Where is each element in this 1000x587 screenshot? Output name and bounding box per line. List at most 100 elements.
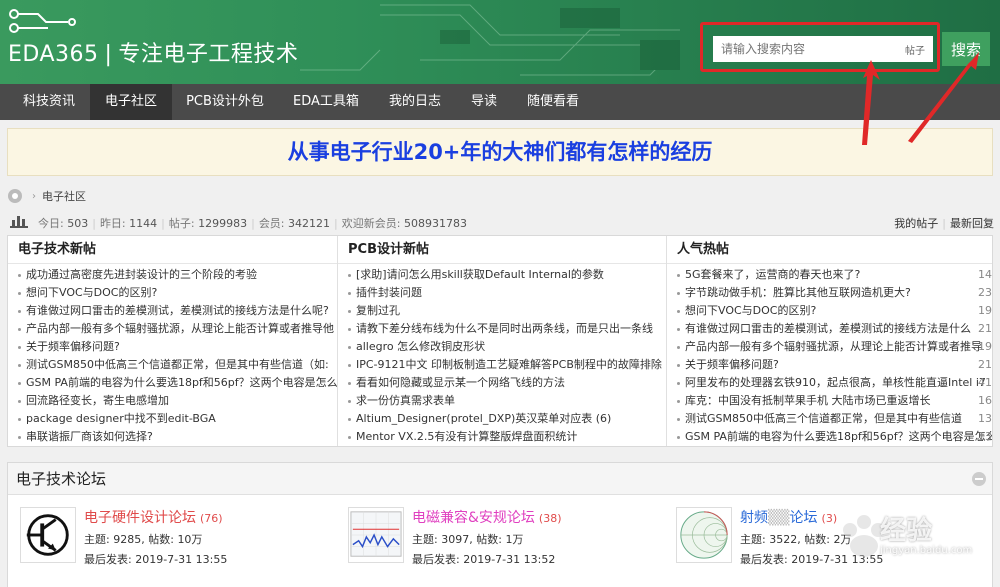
- list-item[interactable]: 复制过孔: [338, 302, 666, 320]
- watermark-sub: jingyan.baidu.com: [880, 545, 973, 556]
- forum-last-post[interactable]: 最后发表: 2019-7-31 13:52: [412, 551, 555, 567]
- search-input[interactable]: [713, 36, 933, 62]
- column-title: PCB设计新帖: [338, 236, 666, 264]
- last-post-label: 最后发表:: [84, 553, 132, 566]
- reply-count: 13: [978, 430, 992, 443]
- topic-count: 3097: [441, 533, 470, 546]
- list-item[interactable]: 库克：中国没有抵制苹果手机 大陆市场已重返增长 16: [667, 392, 992, 410]
- list-item[interactable]: 成功通过高密度先进封装设计的三个阶段的考验: [8, 266, 337, 284]
- list-item[interactable]: 求一份仿真需求表单: [338, 392, 666, 410]
- nav-item-tech-news[interactable]: 科技资讯: [8, 84, 90, 120]
- search-scope-selector[interactable]: 帖子: [905, 42, 925, 57]
- list-item[interactable]: Altium_Designer(protel_DXP)英汉菜单对应表 (6): [338, 410, 666, 428]
- my-posts-link[interactable]: 我的帖子: [894, 217, 938, 230]
- breadcrumb-current[interactable]: 电子社区: [42, 188, 86, 204]
- list-item[interactable]: Mentor VX.2.5有没有计算整版焊盘面积统计: [338, 428, 666, 446]
- forum-last-post[interactable]: 最后发表: 2019-7-31 13:55: [84, 551, 227, 567]
- list-item[interactable]: 有谁做过网口雷击的差模测试，差模测试的接线方法是什么 21: [667, 320, 992, 338]
- stats-yesterday-value: 1144: [129, 217, 158, 230]
- list-item[interactable]: 产品内部一般有多个辐射骚扰源，从理论上能否计算或者推导 19: [667, 338, 992, 356]
- forum-name: 电子硬件设计论坛: [84, 510, 196, 526]
- forum-card[interactable]: 电磁兼容&安规论坛 (38) 主题: 3097, 帖数: 1万 最后发表: 201…: [348, 507, 668, 571]
- collapse-icon[interactable]: [972, 472, 986, 486]
- forum-name-link[interactable]: 电磁兼容&安规论坛 (38): [412, 507, 562, 527]
- list-item[interactable]: 阿里发布的处理器玄铁910，起点很高，单核性能直逼Intel i7 41: [667, 374, 992, 392]
- stats-today-value: 503: [67, 217, 89, 230]
- reply-count: 23: [978, 286, 992, 299]
- list-item[interactable]: allegro 怎么修改铜皮形状: [338, 338, 666, 356]
- reply-count: 19: [978, 340, 992, 353]
- transistor-icon[interactable]: [20, 507, 76, 563]
- post-title: GSM PA前端的电容为什么要选18pf和56pf？这两个电容是怎么: [685, 430, 992, 443]
- forum-stats: 今日: 503 | 昨日: 1144 | 帖子: 1299983 | 会员: 342121 |…: [8, 212, 994, 232]
- main-nav: 科技资讯 电子社区 PCB设计外包 EDA工具箱 我的日志 导读 随便看看: [0, 84, 1000, 120]
- nav-item-my-blog[interactable]: 我的日志: [374, 84, 456, 120]
- search-highlight-box: 帖子: [700, 22, 940, 72]
- last-post-label: 最后发表:: [412, 553, 460, 566]
- reply-count: 19: [978, 304, 992, 317]
- forum-name-link[interactable]: 电子硬件设计论坛 (76): [84, 507, 223, 527]
- spectrum-icon[interactable]: [348, 507, 404, 563]
- list-item[interactable]: 想问下VOC与DOC的区别?: [8, 284, 337, 302]
- list-item[interactable]: 产品内部一般有多个辐射骚扰源，从理论上能否计算或者推导他: [8, 320, 337, 338]
- forum-counts: 主题: 9285, 帖数: 10万: [84, 533, 203, 546]
- last-post-label: 最后发表:: [740, 553, 788, 566]
- nav-item-random[interactable]: 随便看看: [512, 84, 594, 120]
- site-logo[interactable]: EDA365 | 专注电子工程技术: [8, 36, 298, 68]
- latest-reply-link[interactable]: 最新回复: [950, 217, 994, 230]
- search-button[interactable]: 搜索: [942, 32, 990, 66]
- nav-item-pcb-outsourcing[interactable]: PCB设计外包: [172, 84, 278, 120]
- last-post-time: 2019-7-31 13:55: [135, 553, 228, 566]
- list-item[interactable]: 字节跳动做手机：胜算比其他互联网造机更大? 23: [667, 284, 992, 302]
- list-item[interactable]: 关于频率偏移问题? 21: [667, 356, 992, 374]
- nav-item-community[interactable]: 电子社区: [90, 84, 172, 120]
- stats-bar-chart-icon: [10, 216, 28, 228]
- list-item[interactable]: [求助]请问怎么用skill获取Default Internal的参数: [338, 266, 666, 284]
- list-item[interactable]: 请教下差分线布线为什么不是同时出两条线，而是只出一条线: [338, 320, 666, 338]
- promo-banner[interactable]: 从事电子行业20+年的大神们都有怎样的经历: [7, 128, 993, 176]
- stats-newest-member-link[interactable]: 508931783: [404, 217, 467, 230]
- post-title: 5G套餐来了，运营商的春天也来了?: [685, 268, 861, 281]
- list-item[interactable]: 测试GSM850中低高三个信道都正常，但是其中有些信道（如:: [8, 356, 337, 374]
- post-title: 有谁做过网口雷击的差模测试，差模测试的接线方法是什么: [685, 322, 971, 335]
- list-item[interactable]: 看看如何隐藏或显示某一个网络飞线的方法: [338, 374, 666, 392]
- forum-card[interactable]: 电子硬件设计论坛 (76) 主题: 9285, 帖数: 10万 最后发表: 201…: [20, 507, 340, 571]
- nav-item-eda-toolbox[interactable]: EDA工具箱: [278, 84, 374, 120]
- post-title: 字节跳动做手机：胜算比其他互联网造机更大?: [685, 286, 911, 299]
- list-item[interactable]: 关于频率偏移问题?: [8, 338, 337, 356]
- reply-count: 41: [978, 376, 992, 389]
- topic-label: 主题:: [740, 533, 766, 546]
- post-title: 库克：中国没有抵制苹果手机 大陆市场已重返增长: [685, 394, 931, 407]
- list-item[interactable]: GSM PA前端的电容为什么要选18pf和56pf？这两个电容是怎么 13: [667, 428, 992, 446]
- post-title: 想问下VOC与DOC的区别?: [685, 304, 817, 317]
- stats-members-value: 342121: [288, 217, 331, 230]
- post-list: [求助]请问怎么用skill获取Default Internal的参数 插件封装…: [338, 264, 666, 446]
- list-item[interactable]: 想问下VOC与DOC的区别? 19: [667, 302, 992, 320]
- list-item[interactable]: 回流路径变长，寄生电感增加: [8, 392, 337, 410]
- location-home-icon[interactable]: [8, 189, 22, 203]
- list-item[interactable]: GSM PA前端的电容为什么要选18pf和56pf？这两个电容是怎么得: [8, 374, 337, 392]
- list-item[interactable]: 测试GSM850中低高三个信道都正常，但是其中有些信道 13: [667, 410, 992, 428]
- list-item[interactable]: IPC-9121中文 印制板制造工艺疑难解答PCB制程中的故障排除: [338, 356, 666, 374]
- nav-item-guide[interactable]: 导读: [456, 84, 512, 120]
- post-title: 阿里发布的处理器玄铁910，起点很高，单核性能直逼Intel i7: [685, 376, 986, 389]
- stats-today-label: 今日:: [38, 217, 64, 230]
- list-item[interactable]: 5G套餐来了，运营商的春天也来了? 14: [667, 266, 992, 284]
- topic-label: 主题:: [84, 533, 110, 546]
- list-item[interactable]: 插件封装问题: [338, 284, 666, 302]
- post-title: 测试GSM850中低高三个信道都正常，但是其中有些信道: [685, 412, 962, 425]
- list-item[interactable]: package designer中找不到edit-BGA: [8, 410, 337, 428]
- reply-count: 13: [978, 412, 992, 425]
- list-item[interactable]: 有谁做过网口雷击的差模测试，差模测试的接线方法是什么呢?: [8, 302, 337, 320]
- post-count: 10万: [177, 533, 203, 546]
- list-item[interactable]: 串联谐振厂商该如何选择?: [8, 428, 337, 446]
- column-title: 人气热帖: [667, 236, 992, 264]
- smith-chart-icon[interactable]: [676, 507, 732, 563]
- stats-links: 我的帖子 | 最新回复: [894, 217, 994, 230]
- forum-name: 电磁兼容&安规论坛: [412, 510, 535, 526]
- post-count: 1万: [505, 533, 524, 546]
- reply-count: 16: [978, 394, 992, 407]
- column-tech-posts: 电子技术新帖 成功通过高密度先进封装设计的三个阶段的考验 想问下VOC与DOC的…: [8, 236, 337, 446]
- column-pcb-posts: PCB设计新帖 [求助]请问怎么用skill获取Default Internal…: [337, 236, 666, 446]
- column-title: 电子技术新帖: [8, 236, 337, 264]
